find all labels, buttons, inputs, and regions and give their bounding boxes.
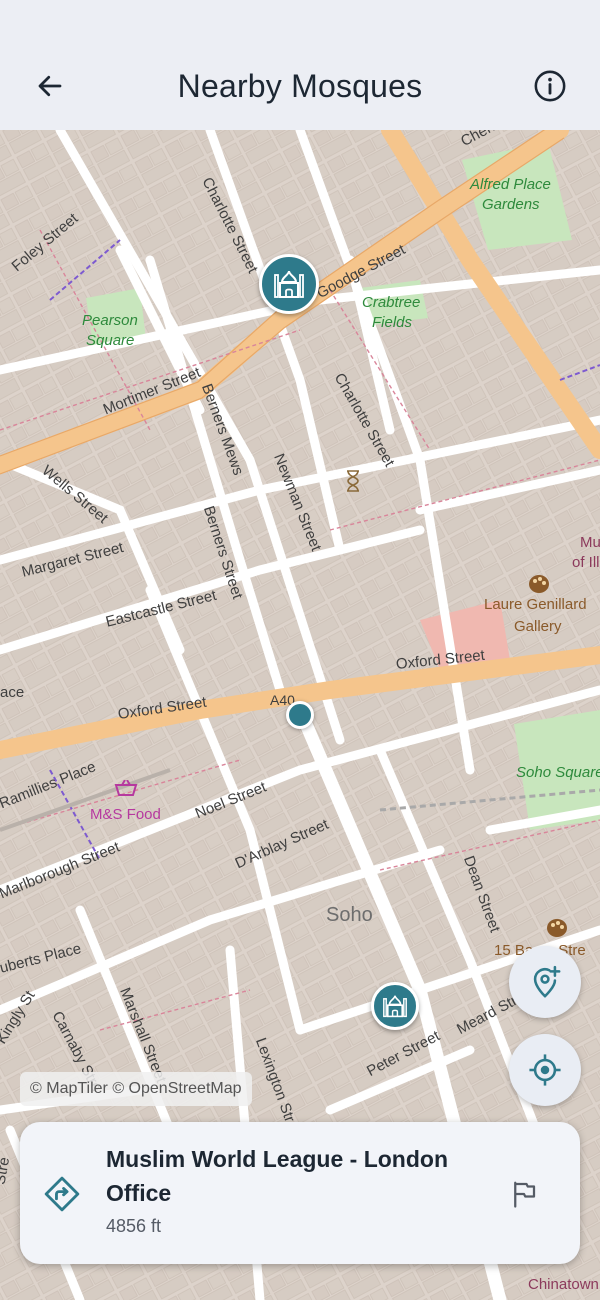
map-attribution[interactable]: © MapTiler © OpenStreetMap [20,1072,252,1106]
user-location-dot [286,701,314,729]
label-ms-food: M&S Food [90,806,161,823]
label-chinatown: Chinatown [528,1276,599,1293]
page-title: Nearby Mosques [177,68,423,104]
label-pearson-square-2: Square [86,332,135,349]
add-location-icon [533,965,561,998]
palette-icon [528,574,550,599]
mosque-icon [383,995,407,1018]
label-museum-partial-1: Mu [580,534,600,551]
hourglass-icon [346,470,360,497]
info-circle-icon [534,70,566,102]
report-button[interactable] [506,1176,542,1212]
mosque-info-card[interactable]: Muslim World League - London Office 4856… [20,1122,580,1264]
crosshair-icon [529,1054,561,1086]
label-place-partial: ace [0,684,25,701]
mosque-marker-south[interactable] [371,982,419,1030]
my-location-button[interactable] [509,1034,581,1106]
mosque-distance: 4856 ft [106,1216,162,1236]
app-bar: Nearby Mosques [0,0,600,130]
label-pearson-square-1: Pearson [82,312,138,329]
label-alfred-place-gardens-2: Gardens [482,196,540,213]
label-soho-square: Soho Square [516,764,600,781]
label-crabtree-fields-1: Crabtree [362,294,421,311]
label-alfred-place-gardens-1: Alfred Place [470,176,551,193]
label-laure-genillard-2: Gallery [514,618,562,635]
add-location-button[interactable] [509,946,581,1018]
mosque-name: Muslim World League - London Office [106,1146,449,1206]
label-crabtree-fields-2: Fields [372,314,413,331]
shopping-basket-icon [114,779,138,805]
mosque-icon [274,270,304,298]
mosque-marker-north[interactable] [259,254,319,314]
flag-icon [514,1181,536,1208]
label-soho: Soho [326,904,373,926]
label-museum-partial-2: of Ill [572,554,600,571]
directions-button[interactable] [42,1174,82,1214]
info-button[interactable] [526,62,574,110]
palette-icon [546,918,568,943]
directions-icon [44,1176,80,1212]
